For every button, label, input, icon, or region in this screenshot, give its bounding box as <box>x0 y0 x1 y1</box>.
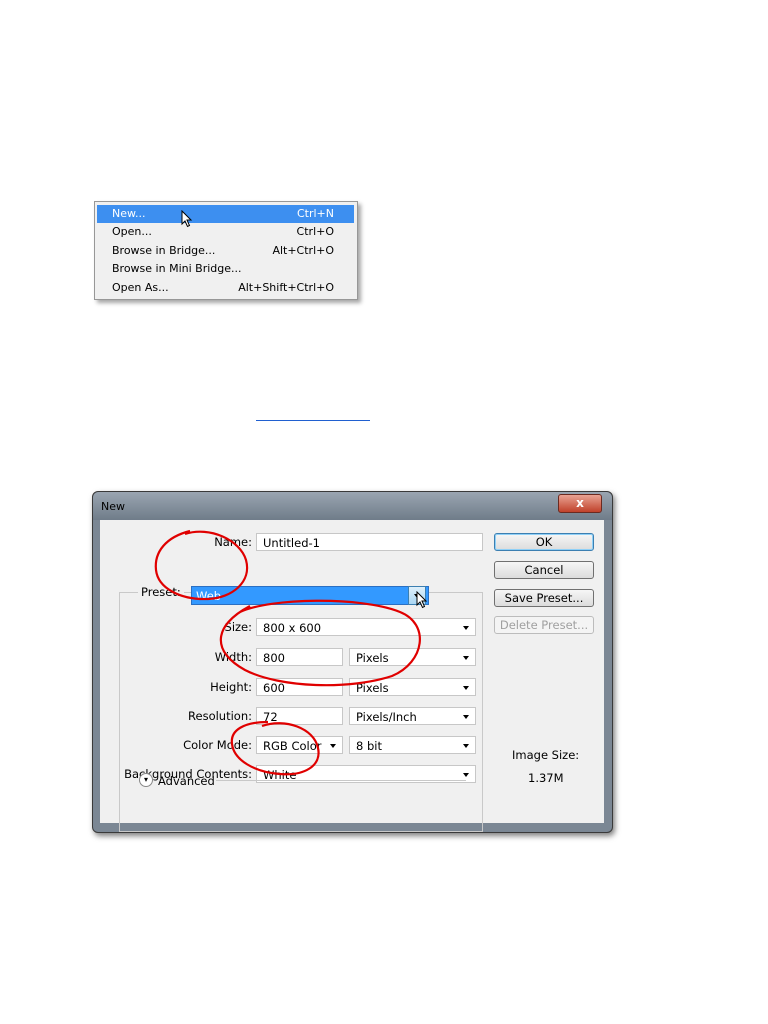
dialog-title-bar[interactable]: New x <box>93 492 612 520</box>
mouse-pointer-icon <box>416 591 428 609</box>
width-input[interactable]: 800 <box>256 648 343 666</box>
color-mode-select[interactable]: RGB Color <box>256 736 343 754</box>
advanced-label[interactable]: Advanced <box>158 774 215 788</box>
image-size-label: Image Size: <box>512 748 580 762</box>
new-document-dialog: New x Name: Untitled-1 Preset: Web Size:… <box>92 491 613 833</box>
menu-item-label: Open As... <box>112 281 169 294</box>
delete-preset-button: Delete Preset... <box>494 616 594 634</box>
resolution-unit-select[interactable]: Pixels/Inch <box>349 707 476 725</box>
name-label: Name: <box>214 535 252 549</box>
size-value: 800 x 600 <box>263 621 322 635</box>
menu-item-open[interactable]: Open... Ctrl+O <box>97 223 354 241</box>
size-label: Size: <box>224 620 252 634</box>
chevron-down-icon <box>463 773 469 777</box>
file-menu: New... Ctrl+N Open... Ctrl+O Browse in B… <box>94 201 358 300</box>
name-input[interactable]: Untitled-1 <box>256 533 483 551</box>
advanced-divider <box>216 780 466 781</box>
resolution-unit-value: Pixels/Inch <box>356 710 417 724</box>
close-button[interactable]: x <box>558 494 602 513</box>
menu-item-label: New... <box>112 207 146 220</box>
resolution-label: Resolution: <box>188 709 252 723</box>
height-label: Height: <box>210 680 252 694</box>
chevron-down-icon <box>330 744 336 748</box>
height-input[interactable]: 600 <box>256 678 343 696</box>
menu-item-shortcut: Ctrl+N <box>296 207 334 220</box>
chevron-down-icon <box>463 715 469 719</box>
bit-depth-select[interactable]: 8 bit <box>349 736 476 754</box>
menu-item-shortcut: Alt+Shift+Ctrl+O <box>238 281 334 294</box>
height-unit-value: Pixels <box>356 681 389 695</box>
chevron-down-icon <box>463 626 469 630</box>
menu-item-open-as[interactable]: Open As... Alt+Shift+Ctrl+O <box>97 279 354 297</box>
close-icon: x <box>576 496 584 510</box>
dialog-title: New <box>101 500 125 513</box>
chevron-down-icon <box>463 686 469 690</box>
width-unit-select[interactable]: Pixels <box>349 648 476 666</box>
color-mode-label: Color Mode: <box>183 738 252 752</box>
menu-item-browse-in-mini-bridge[interactable]: Browse in Mini Bridge... <box>97 260 354 278</box>
preset-label: Preset: <box>138 585 184 599</box>
color-mode-value: RGB Color <box>263 739 322 753</box>
ok-button[interactable]: OK <box>494 533 594 551</box>
preset-select[interactable]: Web <box>191 586 429 605</box>
menu-item-new[interactable]: New... Ctrl+N <box>97 205 354 223</box>
chevron-down-icon <box>463 744 469 748</box>
menu-item-label: Open... <box>112 225 152 238</box>
cancel-button[interactable]: Cancel <box>494 561 594 579</box>
menu-item-label: Browse in Mini Bridge... <box>112 262 242 275</box>
expand-advanced-icon[interactable]: ▾ <box>139 773 153 787</box>
chevron-down-icon <box>463 656 469 660</box>
link-underline[interactable] <box>256 420 370 421</box>
mouse-pointer-icon <box>181 210 193 228</box>
dialog-body: Name: Untitled-1 Preset: Web Size: 800 x… <box>100 520 604 832</box>
save-preset-button[interactable]: Save Preset... <box>494 589 594 607</box>
size-select[interactable]: 800 x 600 <box>256 618 476 636</box>
image-size-value: 1.37M <box>528 771 564 785</box>
menu-item-shortcut: Alt+Ctrl+O <box>272 244 334 257</box>
menu-item-shortcut: Ctrl+O <box>296 225 334 238</box>
bit-depth-value: 8 bit <box>356 739 382 753</box>
width-label: Width: <box>214 650 252 664</box>
menu-item-browse-in-bridge[interactable]: Browse in Bridge... Alt+Ctrl+O <box>97 242 354 260</box>
resolution-input[interactable]: 72 <box>256 707 343 725</box>
width-unit-value: Pixels <box>356 651 389 665</box>
height-unit-select[interactable]: Pixels <box>349 678 476 696</box>
menu-item-label: Browse in Bridge... <box>112 244 216 257</box>
